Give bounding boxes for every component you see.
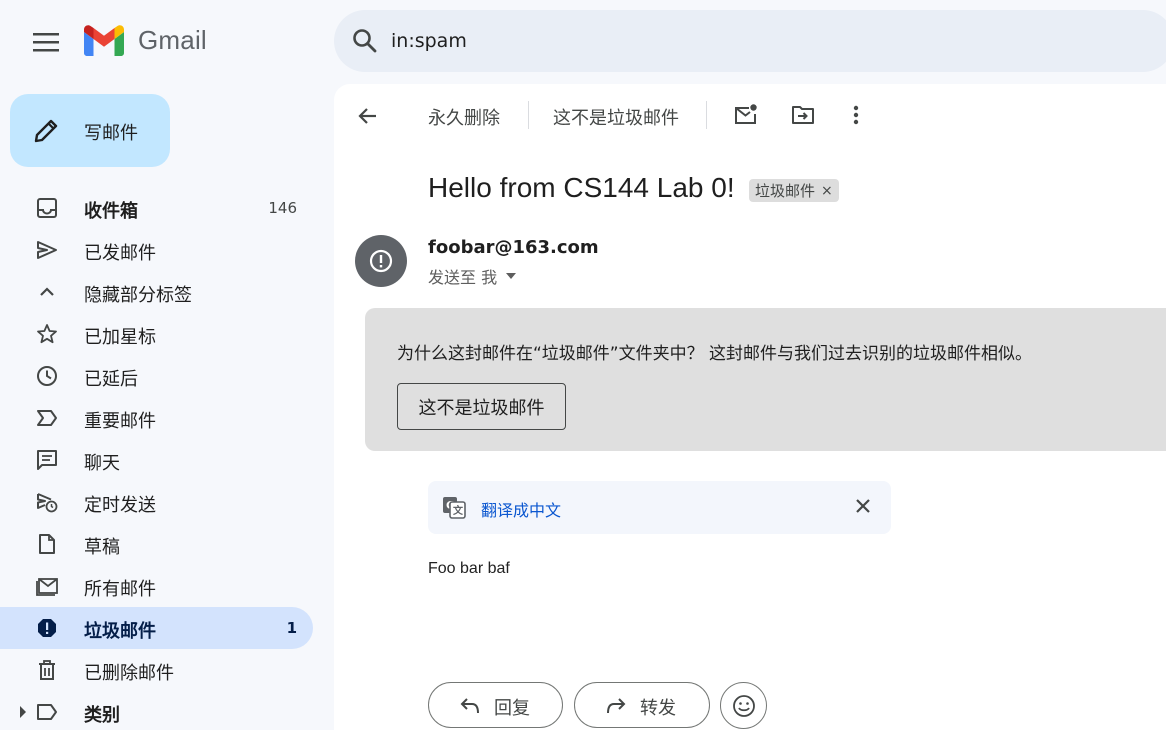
trash-icon: [35, 658, 59, 682]
sidebar-item-inbox[interactable]: 收件箱 146: [0, 187, 313, 229]
sidebar-item-important[interactable]: 重要邮件: [0, 397, 313, 439]
sidebar-item-label: 已延后: [84, 369, 138, 390]
forward-label: 转发: [640, 698, 676, 719]
sidebar-item-label: 所有邮件: [84, 579, 156, 600]
chip-label: 垃圾邮件: [755, 182, 816, 200]
recipient-label: 发送至 我: [428, 268, 498, 287]
close-icon[interactable]: [855, 498, 871, 514]
sidebar-item-label: 草稿: [84, 537, 120, 558]
sidebar-item-categories[interactable]: 类别: [0, 691, 313, 730]
star-icon: [35, 322, 59, 346]
sidebar-item-label: 已发邮件: [84, 243, 156, 264]
sidebar-item-show-less[interactable]: 隐藏部分标签: [0, 271, 313, 313]
translate-bar: G 文 翻译成中文: [428, 481, 891, 534]
sidebar-item-label: 收件箱: [84, 201, 138, 222]
expand-caret-icon[interactable]: [19, 706, 27, 718]
search-input[interactable]: [391, 25, 1091, 57]
smile-icon: [732, 694, 756, 718]
translate-link[interactable]: 翻译成中文: [481, 497, 561, 521]
sidebar-item-label: 隐藏部分标签: [84, 285, 192, 306]
sidebar-item-trash[interactable]: 已删除邮件: [0, 649, 313, 691]
back-arrow-icon[interactable]: [356, 104, 380, 128]
more-vert-icon[interactable]: [844, 103, 868, 127]
compose-button[interactable]: 写邮件: [10, 94, 170, 167]
move-to-icon[interactable]: [791, 103, 815, 127]
sidebar-item-label: 重要邮件: [84, 411, 156, 432]
main-menu-button[interactable]: [25, 21, 67, 63]
sidebar-item-chat[interactable]: 聊天: [0, 439, 313, 481]
gmail-m-icon: [84, 25, 124, 56]
toolbar-divider: [706, 101, 707, 129]
compose-label: 写邮件: [84, 123, 138, 144]
gmail-logo[interactable]: Gmail: [84, 25, 207, 56]
sidebar-item-sent[interactable]: 已发邮件: [0, 229, 313, 271]
sidebar-item-label: 已加星标: [84, 327, 156, 348]
reply-icon: [459, 695, 481, 717]
important-icon: [35, 406, 59, 430]
not-spam-button[interactable]: 这不是垃圾邮件: [397, 383, 566, 430]
avatar: [355, 235, 407, 287]
sidebar-item-drafts[interactable]: 草稿: [0, 523, 313, 565]
dropdown-arrow-icon: [506, 273, 517, 279]
spam-warning-banner: 为什么这封邮件在“垃圾邮件”文件夹中？ 这封邮件与我们过去识别的垃圾邮件相似。 …: [365, 308, 1166, 451]
pencil-icon: [34, 117, 60, 143]
unread-count: 1: [286, 619, 297, 637]
delete-forever-button[interactable]: 永久删除: [428, 104, 500, 130]
warning-icon: [369, 249, 393, 273]
all-mail-icon: [35, 574, 59, 598]
translate-icon: G 文: [442, 495, 466, 519]
sidebar-item-label: 聊天: [84, 453, 120, 474]
emoji-reaction-button[interactable]: [720, 682, 767, 729]
sidebar-item-snoozed[interactable]: 已延后: [0, 355, 313, 397]
sender-email[interactable]: foobar@163.com: [428, 237, 599, 258]
spam-icon: [35, 616, 59, 640]
search-bar: [334, 10, 1166, 72]
sidebar-item-spam[interactable]: 垃圾邮件 1: [0, 607, 313, 649]
sidebar-item-label: 类别: [84, 705, 120, 726]
remove-label-icon[interactable]: ×: [821, 183, 833, 199]
search-icon[interactable]: [352, 28, 378, 54]
sidebar-nav: 收件箱 146 已发邮件 隐藏部分标签 已加星标 已延后 重要邮件 聊天 定时发…: [0, 187, 320, 730]
sidebar-item-label: 定时发送: [84, 495, 156, 516]
recipient-details[interactable]: 发送至 我: [428, 264, 517, 288]
email-subject: Hello from CS144 Lab 0!: [428, 172, 735, 203]
sidebar-item-label: 垃圾邮件: [84, 621, 156, 642]
clock-icon: [35, 364, 59, 388]
unread-count: 146: [268, 199, 297, 217]
draft-icon: [35, 532, 59, 556]
toolbar-divider: [528, 101, 529, 129]
forward-button[interactable]: 转发: [574, 682, 710, 728]
scheduled-send-icon: [35, 490, 59, 514]
sidebar-item-all-mail[interactable]: 所有邮件: [0, 565, 313, 607]
forward-icon: [605, 695, 627, 717]
inbox-icon: [35, 196, 59, 220]
app-name: Gmail: [138, 25, 207, 55]
reply-button[interactable]: 回复: [428, 682, 563, 728]
spam-warning-text: 为什么这封邮件在“垃圾邮件”文件夹中？ 这封邮件与我们过去识别的垃圾邮件相似。: [397, 344, 1033, 364]
email-body: Foo bar baf: [428, 560, 510, 577]
reply-label: 回复: [494, 698, 530, 719]
not-spam-toolbar-button[interactable]: 这不是垃圾邮件: [553, 104, 679, 130]
sidebar-item-scheduled[interactable]: 定时发送: [0, 481, 313, 523]
chevron-up-icon: [35, 280, 59, 304]
chat-icon: [35, 448, 59, 472]
spam-label-chip[interactable]: 垃圾邮件 ×: [749, 179, 839, 202]
hamburger-menu-icon: [33, 33, 59, 52]
send-icon: [35, 238, 59, 262]
mark-unread-icon[interactable]: [734, 103, 758, 127]
sidebar-item-label: 已删除邮件: [84, 663, 174, 684]
svg-text:文: 文: [453, 504, 464, 517]
sidebar-item-starred[interactable]: 已加星标: [0, 313, 313, 355]
message-view: 永久删除 这不是垃圾邮件 Hello from CS144 Lab 0! 垃圾邮…: [334, 84, 1166, 730]
label-icon: [35, 700, 59, 724]
